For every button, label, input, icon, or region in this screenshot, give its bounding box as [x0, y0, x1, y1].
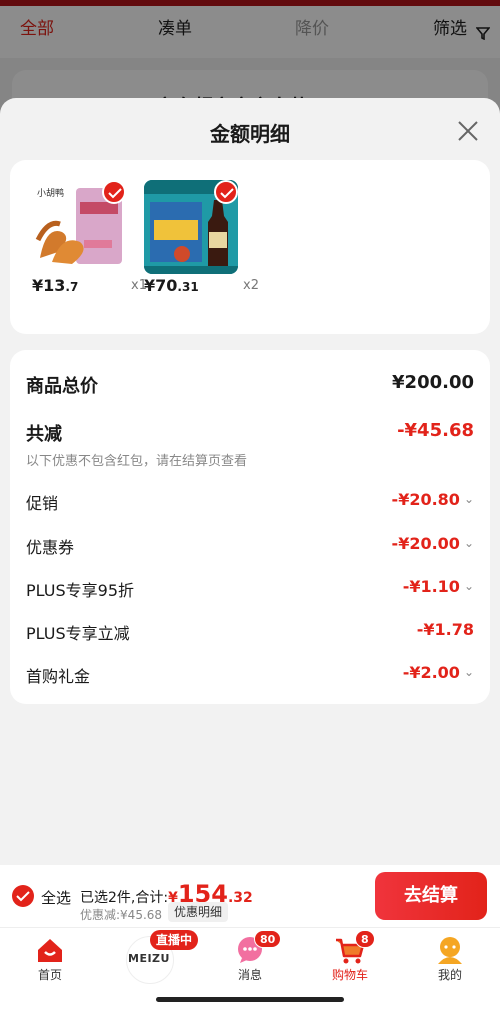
- product-image: [144, 180, 238, 274]
- tab-home[interactable]: 首页: [0, 928, 100, 988]
- total-price-label: 商品总价: [26, 376, 98, 397]
- product-quantity: x2: [243, 278, 259, 293]
- close-button[interactable]: [455, 118, 481, 144]
- plus-discount-label: PLUS专享95折: [26, 581, 134, 600]
- live-badge: 直播中: [150, 930, 199, 950]
- coupon-label: 优惠券: [26, 538, 75, 557]
- coupon-value: -¥20.00 ⌄: [391, 534, 474, 553]
- tab-me-label: 我的: [437, 968, 462, 982]
- check-icon: [220, 188, 234, 199]
- chevron-down-icon: ⌄: [463, 665, 474, 679]
- discount-note: 以下优惠不包含红包，请在结算页查看: [26, 454, 248, 469]
- discount-detail-button[interactable]: 优惠明细: [168, 902, 229, 922]
- tab-home-label: 首页: [37, 968, 62, 982]
- select-all-checkbox[interactable]: [12, 885, 34, 907]
- tab-me[interactable]: 我的: [400, 928, 500, 988]
- discount-summary: 优惠减:¥45.68: [80, 908, 163, 922]
- promotion-label: 促销: [26, 494, 59, 513]
- total-reduction-value: -¥45.68: [397, 420, 474, 441]
- plus-reduction-value: -¥1.78: [416, 620, 474, 639]
- product-image: 小胡鸭: [32, 180, 126, 274]
- total-price-value: ¥200.00: [392, 372, 474, 393]
- meizu-logo: MEIZU: [128, 952, 170, 965]
- plus-discount-value: -¥1.10 ⌄: [402, 577, 474, 596]
- product-price-row: ¥70.31 x2: [144, 276, 259, 296]
- sheet-title: 金额明细: [210, 122, 290, 146]
- selected-check-badge: [214, 180, 238, 204]
- tab-cart-label: 购物车: [331, 968, 368, 982]
- check-icon: [108, 188, 122, 199]
- first-purchase-label: 首购礼金: [26, 667, 91, 686]
- check-icon: [16, 891, 30, 902]
- home-indicator: [156, 997, 344, 1002]
- cart-badge: 8: [355, 930, 375, 948]
- close-icon: [458, 121, 478, 141]
- checkout-button[interactable]: 去结算: [375, 872, 487, 920]
- messages-badge: 80: [254, 930, 282, 948]
- amount-detail-card: 商品总价 ¥200.00 共减 -¥45.68 以下优惠不包含红包，请在结算页查…: [10, 350, 490, 704]
- first-purchase-value: -¥2.00 ⌄: [402, 663, 474, 682]
- profile-icon: [438, 937, 462, 964]
- products-card: 小胡鸭 ¥13.7 x1 ¥70.31 x2: [10, 160, 490, 334]
- select-all-label[interactable]: 全选: [41, 887, 71, 908]
- tab-messages-label: 消息: [237, 968, 262, 982]
- product-item[interactable]: [144, 180, 259, 274]
- chevron-down-icon: ⌄: [463, 492, 474, 506]
- tab-messages[interactable]: 消息: [200, 928, 300, 988]
- plus-reduction-label: PLUS专享立减: [26, 624, 130, 643]
- promotion-value: -¥20.80 ⌄: [391, 490, 474, 509]
- product-price: ¥13.7: [32, 276, 79, 295]
- checkout-bar: 全选 已选2件,合计:¥154.32 优惠减:¥45.68 优惠明细 去结算: [0, 865, 500, 927]
- product-price-row: ¥13.7 x1: [32, 276, 147, 296]
- svg-text:小胡鸭: 小胡鸭: [37, 187, 64, 199]
- home-icon: [38, 939, 62, 962]
- total-reduction-label: 共减: [26, 424, 62, 445]
- product-price: ¥70.31: [144, 276, 199, 295]
- tab-cart[interactable]: 购物车: [300, 928, 400, 988]
- selected-check-badge: [102, 180, 126, 204]
- chevron-down-icon: ⌄: [463, 579, 474, 593]
- product-item[interactable]: 小胡鸭: [32, 180, 147, 274]
- chevron-down-icon: ⌄: [463, 536, 474, 550]
